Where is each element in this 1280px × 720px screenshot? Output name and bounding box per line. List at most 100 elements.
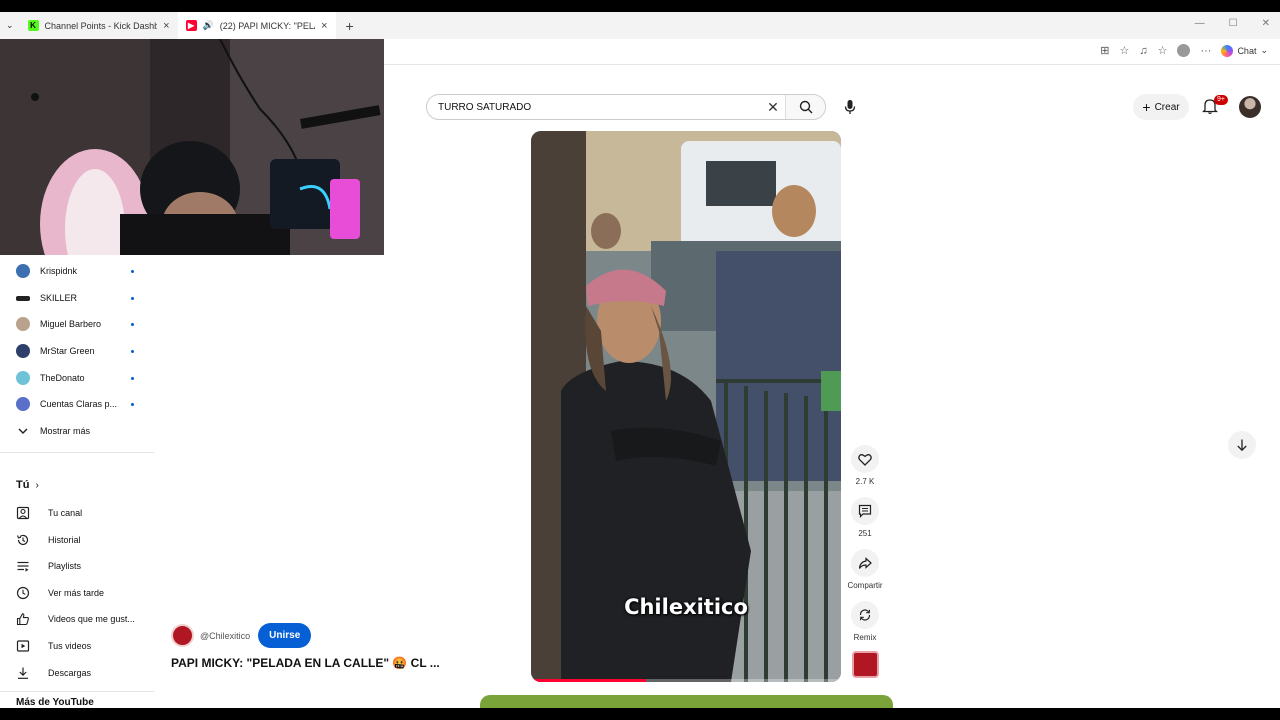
next-short-button[interactable]: [1228, 431, 1256, 459]
audio-icon[interactable]: 🔊: [203, 20, 214, 31]
short-video-player[interactable]: Chilexitico: [531, 131, 841, 682]
sound-thumbnail[interactable]: [852, 651, 879, 678]
heart-icon: [858, 453, 872, 466]
copilot-icon: [1221, 44, 1234, 57]
window-controls: — ☐ ✕: [1195, 18, 1270, 29]
sidebar-item-descargas[interactable]: Descargas: [16, 663, 140, 683]
channel-avatar: [16, 264, 30, 278]
close-window-icon[interactable]: ✕: [1262, 18, 1270, 29]
history-icon: [16, 534, 29, 546]
sidebar-item-historial[interactable]: Historial: [16, 530, 140, 550]
sidebar-item-tus-videos[interactable]: Tus videos: [16, 636, 140, 656]
browser-window: ⌄ K Channel Points - Kick Dashboard × ▶ …: [0, 12, 1280, 708]
voice-search-button[interactable]: [837, 94, 863, 120]
playlists-icon: [17, 561, 29, 572]
sidebar-item-tu-canal[interactable]: Tu canal: [16, 503, 140, 523]
chevron-down-icon: [18, 428, 28, 434]
you-section-header[interactable]: Tú ›: [16, 479, 39, 491]
tab-youtube[interactable]: ▶ 🔊 (22) PAPI MICKY: "PELADA EN LA CALLE…: [177, 12, 336, 39]
channel-avatar[interactable]: [171, 624, 194, 647]
sidebar-subscription-thedonato[interactable]: TheDonato: [16, 368, 140, 388]
new-content-dot: [131, 402, 134, 406]
like-button[interactable]: [851, 445, 879, 473]
notification-badge: 9+: [1214, 95, 1228, 105]
channel-row: @Chilexitico Unirse: [171, 623, 312, 648]
like-action: 2.7 K: [845, 445, 885, 486]
sidebar-divider: [0, 691, 154, 692]
webcam-overlay: [0, 39, 384, 255]
video-progress-bar[interactable]: [531, 679, 841, 682]
clear-search-icon[interactable]: ✕: [761, 99, 785, 116]
sidebar-item-playlists[interactable]: Playlists: [16, 556, 140, 576]
minimize-icon[interactable]: —: [1195, 18, 1205, 29]
tab-list-chevron-icon[interactable]: ⌄: [0, 20, 20, 31]
more-from-youtube-header: Más de YouTube: [16, 697, 94, 708]
channel-avatar: [16, 371, 30, 385]
share-label: Compartir: [847, 581, 883, 590]
maximize-icon[interactable]: ☐: [1229, 18, 1238, 29]
notifications-button[interactable]: 9+: [1201, 95, 1228, 120]
channel-handle[interactable]: @Chilexitico: [200, 631, 250, 641]
comment-count: 251: [858, 529, 872, 538]
new-content-dot: [131, 296, 134, 300]
video-progress-fill: [531, 679, 646, 682]
new-content-dot: [131, 322, 134, 326]
share-icon: [858, 556, 872, 569]
comments-button[interactable]: [851, 497, 879, 525]
sidebar-subscription-mrstar-green[interactable]: MrStar Green: [16, 341, 140, 361]
profile-icon[interactable]: [1177, 44, 1191, 57]
sidebar-divider: [0, 452, 154, 453]
next-short-preview[interactable]: [480, 695, 893, 708]
sidebar-subscription-miguel-barbero[interactable]: Miguel Barbero: [16, 314, 140, 334]
chevron-right-icon: ›: [35, 479, 39, 491]
new-tab-button[interactable]: +: [336, 18, 364, 34]
sidebar-item-videos-que-me-gustan[interactable]: Videos que me gust...: [16, 609, 140, 629]
short-title[interactable]: PAPI MICKY: "PELADA EN LA CALLE" 🤬 CL ..…: [171, 656, 440, 670]
favorites-icon[interactable]: ☆: [1158, 44, 1168, 57]
close-tab-icon[interactable]: ×: [163, 20, 169, 32]
channel-avatar: [16, 344, 30, 358]
comments-action: 251: [845, 497, 885, 538]
download-icon: [18, 667, 28, 679]
youtube-icon: ▶: [185, 20, 197, 31]
new-content-dot: [131, 269, 134, 273]
microphone-icon: [844, 100, 856, 114]
clock-icon: [16, 586, 30, 600]
account-avatar[interactable]: [1239, 96, 1261, 118]
thumbs-up-icon: [16, 613, 29, 626]
sidebar-item-ver-mas-tarde[interactable]: Ver más tarde: [16, 583, 140, 603]
sidebar-subscription-krispidnk[interactable]: Krispidnk: [16, 261, 140, 281]
sidebar-subscription-cuentas-claras[interactable]: Cuentas Claras p...: [16, 394, 140, 414]
share-button[interactable]: [851, 549, 879, 577]
sidebar: Krispidnk SKILLER Miguel Barbero MrStar …: [0, 257, 154, 708]
remix-label: Remix: [853, 633, 877, 642]
more-menu-icon[interactable]: ···: [1200, 45, 1211, 57]
remix-icon: [859, 609, 871, 621]
search-button[interactable]: [785, 95, 825, 119]
arrow-down-icon: [1237, 439, 1247, 452]
like-count: 2.7 K: [855, 477, 875, 486]
copilot-chat-button[interactable]: Chat ⌄: [1221, 44, 1268, 57]
kick-icon: K: [27, 20, 39, 31]
webcam-image: [0, 39, 384, 255]
search-icon: [799, 100, 812, 114]
remix-button[interactable]: [851, 601, 879, 629]
close-tab-icon[interactable]: ×: [321, 20, 327, 32]
search-bar: TURRO SATURADO ✕: [426, 94, 826, 120]
favorite-star-icon[interactable]: ☆: [1119, 44, 1129, 57]
share-action: Compartir: [845, 549, 885, 590]
tab-kick[interactable]: K Channel Points - Kick Dashboard ×: [20, 12, 178, 39]
remix-action: Remix: [845, 601, 885, 642]
browser-toolbar: ⊞ ☆ ♫ ☆ ··· Chat ⌄: [1100, 44, 1268, 57]
search-input[interactable]: TURRO SATURADO: [427, 102, 761, 113]
new-content-dot: [131, 376, 134, 380]
tab-strip: ⌄ K Channel Points - Kick Dashboard × ▶ …: [0, 12, 1280, 39]
browser-essentials-icon[interactable]: ♫: [1139, 45, 1147, 57]
create-button[interactable]: + Crear: [1133, 94, 1189, 120]
join-button[interactable]: Unirse: [258, 623, 312, 648]
channel-avatar: [16, 317, 30, 331]
show-more-button[interactable]: Mostrar más: [16, 421, 140, 441]
new-content-dot: [131, 349, 134, 353]
extensions-icon[interactable]: ⊞: [1100, 44, 1109, 57]
sidebar-subscription-skiller[interactable]: SKILLER: [16, 288, 140, 308]
